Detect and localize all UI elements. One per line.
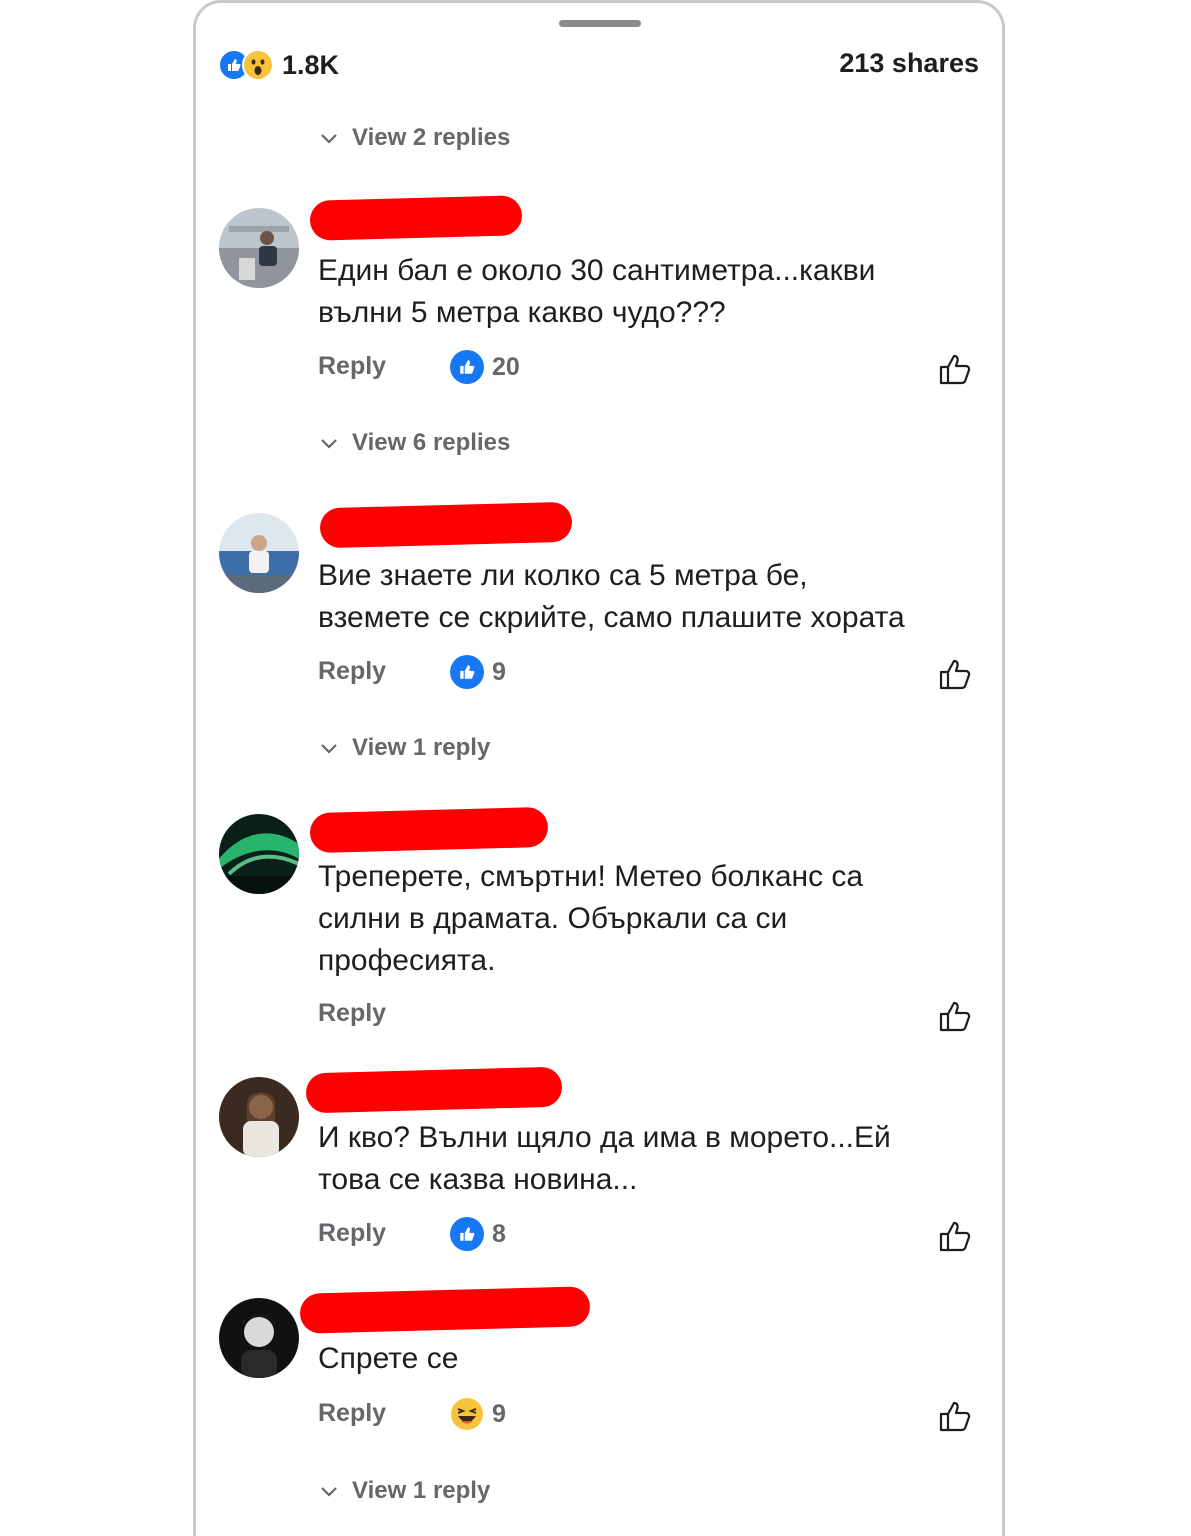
view-replies-link[interactable]: View 6 replies	[318, 429, 510, 457]
reply-button[interactable]: Reply	[318, 1219, 386, 1248]
chevron-down-icon	[321, 744, 337, 754]
chevron-down-icon	[321, 134, 337, 144]
comment-text: Един бал е около 30 сантиметра...какви в…	[318, 254, 876, 329]
like-icon	[450, 655, 484, 689]
redacted-author-name	[309, 806, 549, 854]
avatar[interactable]	[219, 1077, 299, 1157]
redacted-author-name	[309, 195, 523, 241]
reply-button[interactable]: Reply	[318, 999, 386, 1028]
comment-text: Спрете се	[318, 1342, 459, 1375]
avatar[interactable]	[219, 208, 299, 288]
reaction-count: 9	[492, 1399, 506, 1428]
reaction-count: 9	[492, 657, 506, 686]
haha-icon	[450, 1397, 484, 1431]
chevron-down-icon	[321, 439, 337, 449]
comment-reactions[interactable]: 9	[450, 1397, 506, 1431]
reply-button[interactable]: Reply	[318, 1399, 386, 1428]
view-replies-link[interactable]: View 1 reply	[318, 1477, 490, 1505]
post-reactions-summary[interactable]: 1.8K	[218, 48, 339, 82]
redacted-author-name	[305, 1066, 563, 1114]
reaction-count: 8	[492, 1219, 506, 1248]
comment-text: Треперете, смъртни! Метео болканс са сил…	[318, 860, 864, 977]
avatar[interactable]	[219, 513, 299, 593]
view-replies-label: View 1 reply	[352, 734, 491, 761]
wow-icon	[242, 49, 274, 81]
comment-reactions[interactable]: 20	[450, 350, 520, 384]
reaction-count: 1.8K	[282, 49, 340, 80]
reaction-count: 20	[492, 352, 520, 381]
like-outline-icon[interactable]	[936, 1397, 974, 1435]
comment-text: Вие знаете ли колко са 5 метра бе, вземе…	[318, 559, 905, 634]
shares-count[interactable]: 213 shares	[839, 48, 979, 79]
like-outline-icon[interactable]	[936, 1217, 974, 1255]
view-replies-link[interactable]: View 1 reply	[318, 734, 490, 762]
avatar[interactable]	[219, 814, 299, 894]
like-outline-icon[interactable]	[936, 997, 974, 1035]
redacted-author-name	[319, 501, 573, 549]
comment-reactions[interactable]: 9	[450, 655, 506, 689]
view-replies-label: View 6 replies	[352, 429, 511, 456]
redacted-author-name	[299, 1286, 591, 1334]
like-icon	[450, 1217, 484, 1251]
avatar[interactable]	[219, 1298, 299, 1378]
reply-button[interactable]: Reply	[318, 657, 386, 686]
sheet-drag-handle[interactable]	[559, 20, 641, 27]
like-outline-icon[interactable]	[936, 350, 974, 388]
chevron-down-icon	[321, 1487, 337, 1497]
like-outline-icon[interactable]	[936, 655, 974, 693]
view-replies-link[interactable]: View 2 replies	[318, 124, 510, 152]
comment-text: И кво? Вълни щяло да има в морето...Ей т…	[318, 1121, 891, 1196]
like-icon	[450, 350, 484, 384]
reply-button[interactable]: Reply	[318, 352, 386, 381]
view-replies-label: View 2 replies	[352, 124, 511, 151]
view-replies-label: View 1 reply	[352, 1477, 491, 1504]
comment-reactions[interactable]: 8	[450, 1217, 506, 1251]
